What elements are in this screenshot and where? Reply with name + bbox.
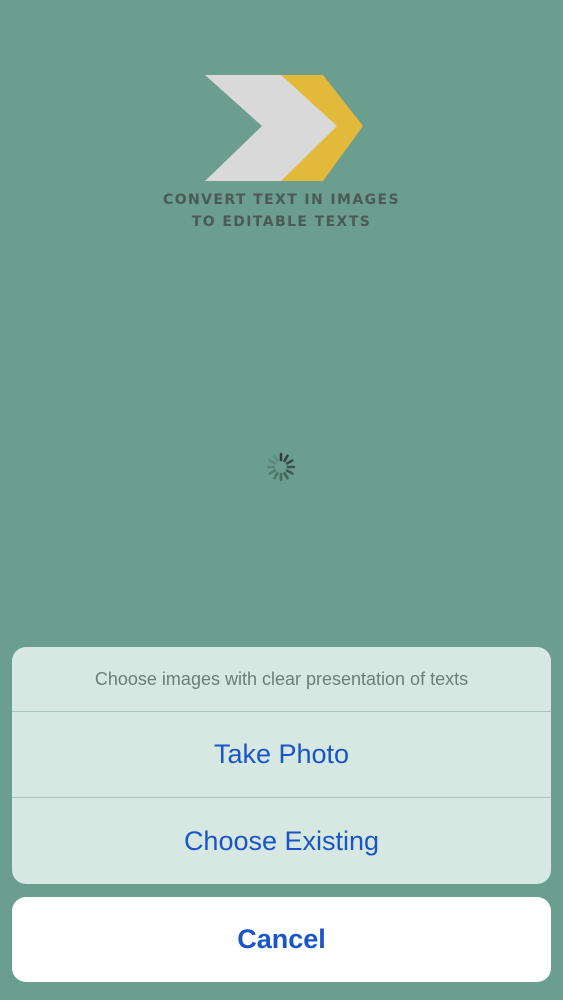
action-sheet-message: Choose images with clear presentation of… — [12, 647, 551, 712]
choose-existing-button[interactable]: Choose Existing — [12, 798, 551, 884]
app-logo — [205, 75, 363, 181]
app-screen: CONVERT TEXT IN IMAGES TO EDITABLE TEXTS… — [0, 0, 563, 1000]
activity-spinner-icon — [266, 452, 296, 482]
action-sheet: Choose images with clear presentation of… — [12, 647, 551, 884]
tagline-line-1: CONVERT TEXT IN IMAGES — [163, 192, 400, 208]
cancel-button[interactable]: Cancel — [12, 897, 551, 982]
tagline-line-2: TO EDITABLE TEXTS — [191, 214, 372, 230]
take-photo-button[interactable]: Take Photo — [12, 712, 551, 798]
